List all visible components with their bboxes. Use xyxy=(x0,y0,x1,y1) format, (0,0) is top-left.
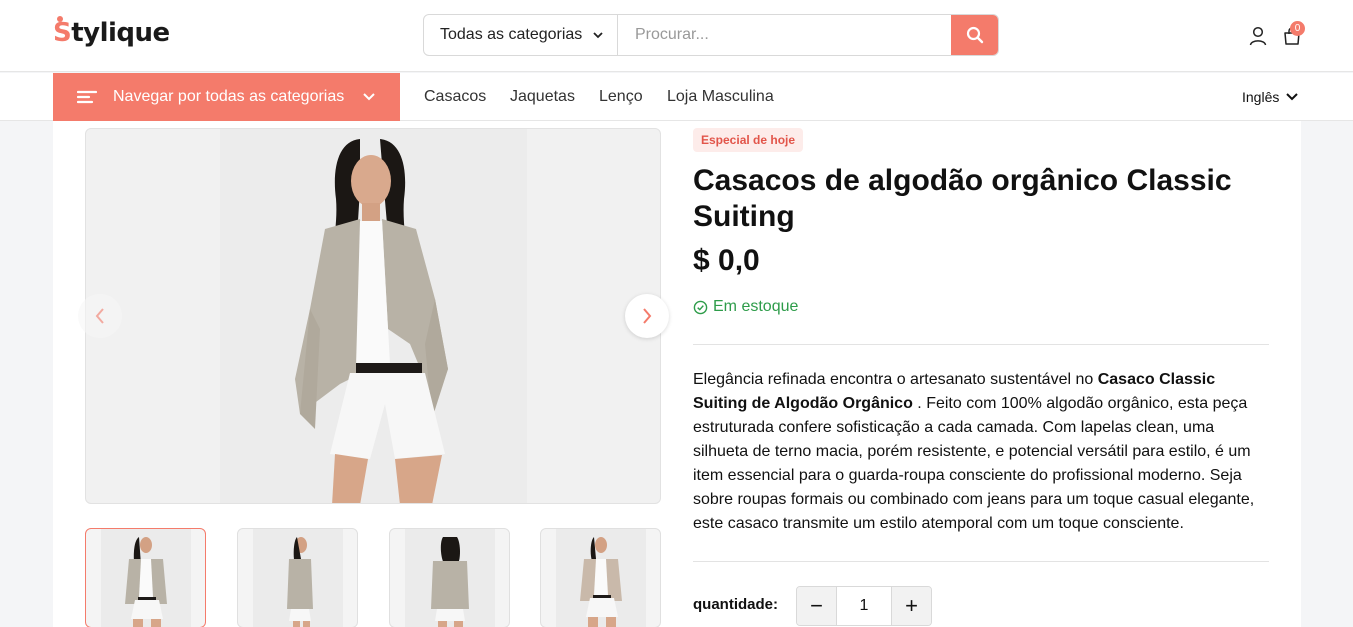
product-title: Casacos de algodão orgânico Classic Suit… xyxy=(693,164,1232,233)
thumbnail-image xyxy=(253,529,343,627)
description-body: . Feito com 100% algodão orgânico, esta … xyxy=(693,395,1255,532)
product-thumbnail-4[interactable] xyxy=(540,528,661,627)
nav-link-jaquetas[interactable]: Jaquetas xyxy=(510,88,575,106)
nav-link-loja-masculina[interactable]: Loja Masculina xyxy=(667,88,774,106)
next-image-button[interactable] xyxy=(625,294,669,338)
search-icon xyxy=(966,26,983,44)
special-badge: Especial de hoje xyxy=(693,128,804,152)
quantity-increase-button[interactable]: + xyxy=(891,587,931,625)
description-intro: Elegância refinada encontra o artesanato… xyxy=(693,371,1098,388)
stock-status: Em estoque xyxy=(693,298,798,316)
chevron-down-icon xyxy=(1286,93,1299,101)
cart-count-badge: 0 xyxy=(1290,21,1305,36)
chevron-left-icon xyxy=(95,308,104,324)
browse-categories-label: Navegar por todas as categorias xyxy=(113,88,345,105)
category-select[interactable]: Todas as categorias xyxy=(424,15,618,55)
divider xyxy=(693,561,1269,562)
check-circle-icon xyxy=(693,300,708,314)
product-thumbnail-1[interactable] xyxy=(85,528,206,627)
site-header: Stylique Todas as categorias 0 xyxy=(0,0,1353,72)
language-label: Inglês xyxy=(1242,89,1280,105)
thumbnail-image xyxy=(556,529,646,627)
nav-link-casacos[interactable]: Casacos xyxy=(424,88,486,106)
search-bar: Todas as categorias xyxy=(423,14,999,56)
chevron-right-icon xyxy=(643,308,652,324)
quantity-value[interactable]: 1 xyxy=(837,587,891,625)
model-illustration xyxy=(220,129,527,503)
logo-text: tylique xyxy=(71,18,170,48)
thumbnail-image xyxy=(101,529,191,627)
product-photo xyxy=(220,129,527,503)
category-navbar: Navegar por todas as categorias Casacos … xyxy=(0,73,1353,121)
nav-link-lenco[interactable]: Lenço xyxy=(599,88,643,106)
logo[interactable]: Stylique xyxy=(53,16,170,48)
search-button[interactable] xyxy=(951,15,998,55)
menu-icon xyxy=(77,90,97,104)
quantity-label: quantidade: xyxy=(693,596,778,613)
chevron-down-icon xyxy=(363,93,375,101)
logo-dot xyxy=(57,16,63,22)
chevron-down-icon xyxy=(593,32,603,39)
product-thumbnail-3[interactable] xyxy=(389,528,510,627)
search-input[interactable] xyxy=(619,15,951,55)
category-select-label: Todas as categorias xyxy=(440,26,583,43)
product-price: $ 0,0 xyxy=(693,244,760,277)
divider xyxy=(693,344,1269,345)
thumbnail-image xyxy=(405,529,495,627)
quantity-decrease-button[interactable]: − xyxy=(797,587,837,625)
quantity-stepper: − 1 + xyxy=(796,586,932,626)
product-thumbnail-2[interactable] xyxy=(237,528,358,627)
stock-status-label: Em estoque xyxy=(713,298,799,315)
browse-categories-button[interactable]: Navegar por todas as categorias xyxy=(53,73,400,121)
language-select[interactable]: Inglês xyxy=(1242,89,1299,105)
product-description: Elegância refinada encontra o artesanato… xyxy=(693,368,1269,536)
logo-initial: S xyxy=(53,18,72,48)
product-image-main[interactable] xyxy=(85,128,661,504)
user-icon[interactable] xyxy=(1249,26,1267,46)
previous-image-button[interactable] xyxy=(78,294,122,338)
